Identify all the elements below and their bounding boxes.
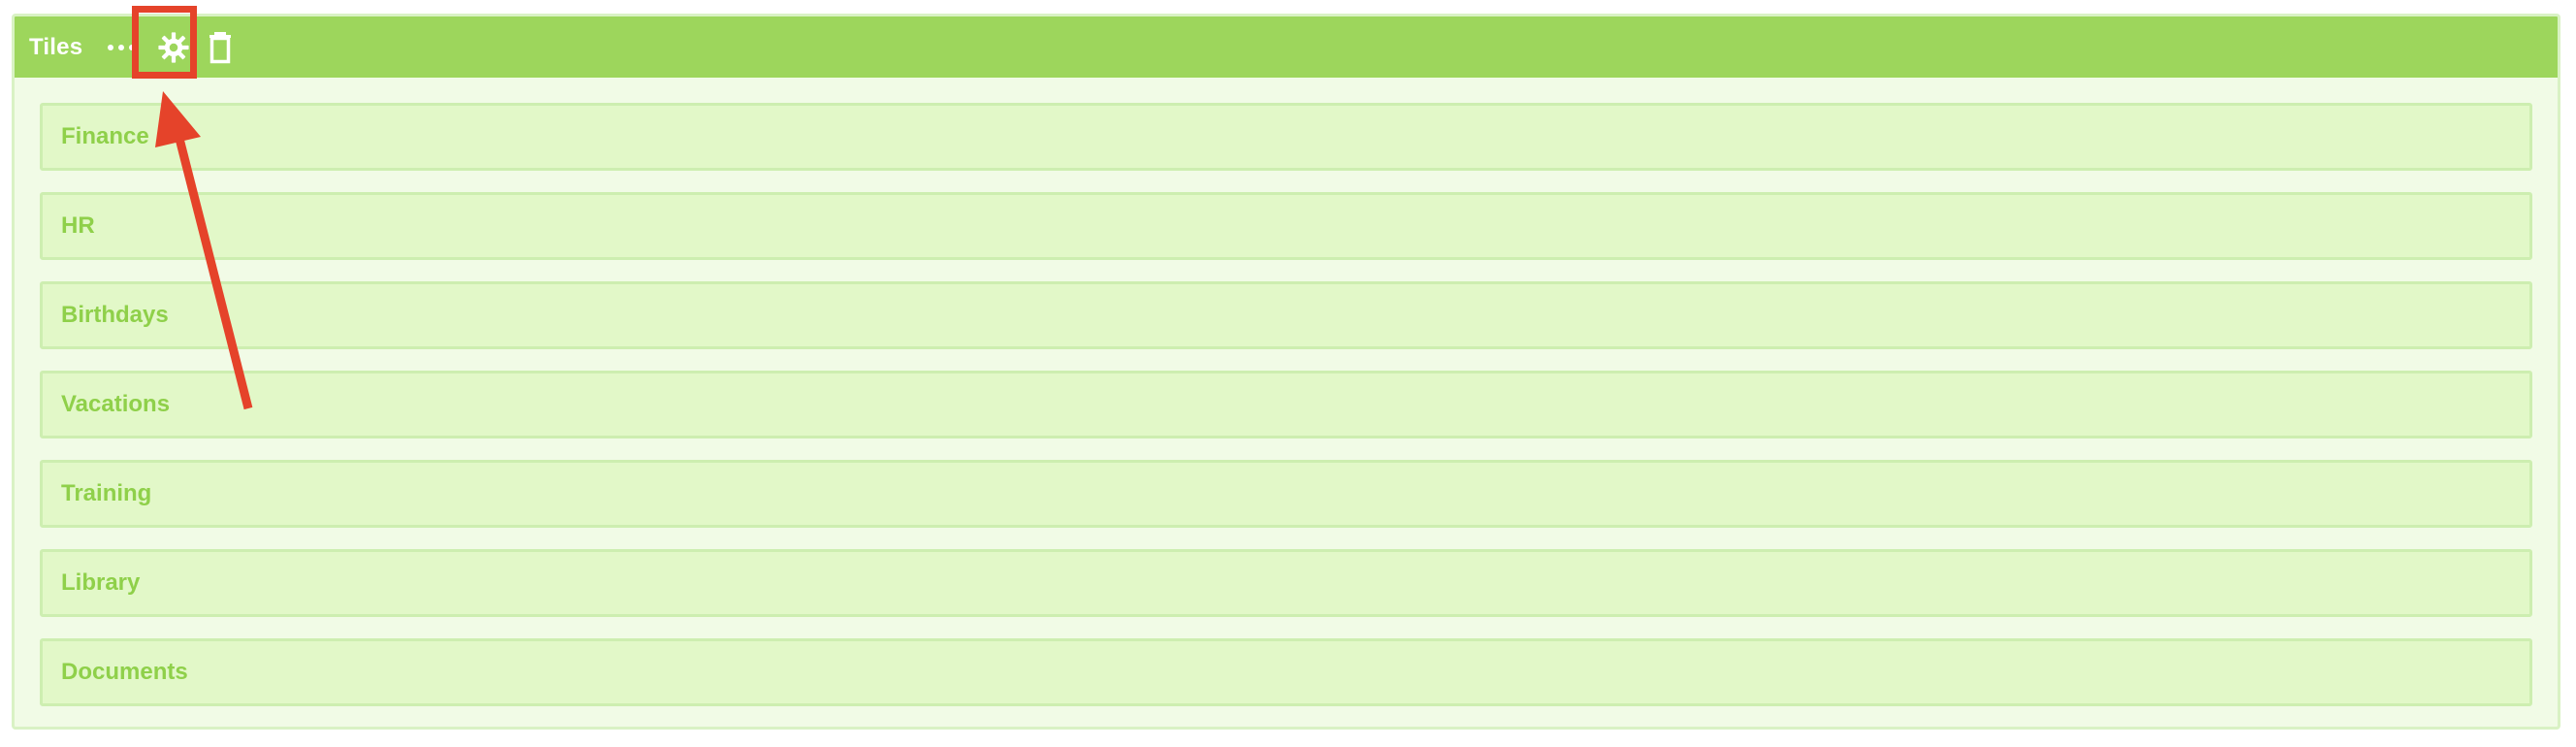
more-options-button[interactable] xyxy=(102,16,141,78)
gear-icon xyxy=(158,31,189,63)
tile-label: Documents xyxy=(61,659,188,685)
trash-icon xyxy=(209,31,231,63)
tile-finance[interactable]: Finance xyxy=(40,103,2532,171)
more-icon xyxy=(108,44,135,50)
panel-title: Tiles xyxy=(29,34,83,60)
tiles-panel: Tiles Finance HR Birthdays Vacations Tra… xyxy=(12,14,2560,730)
tile-documents[interactable]: Documents xyxy=(40,638,2532,706)
screen: Tiles Finance HR Birthdays Vacations Tra… xyxy=(0,0,2576,747)
tile-list: Finance HR Birthdays Vacations Training … xyxy=(40,103,2532,727)
tile-label: HR xyxy=(61,212,95,239)
tile-training[interactable]: Training xyxy=(40,460,2532,528)
tile-label: Birthdays xyxy=(61,302,169,328)
delete-button[interactable] xyxy=(203,16,238,78)
panel-header: Tiles xyxy=(15,16,2558,78)
tile-birthdays[interactable]: Birthdays xyxy=(40,281,2532,349)
tile-label: Training xyxy=(61,480,152,506)
tile-library[interactable]: Library xyxy=(40,549,2532,617)
tile-label: Library xyxy=(61,569,141,596)
tile-hr[interactable]: HR xyxy=(40,192,2532,260)
tile-vacations[interactable]: Vacations xyxy=(40,371,2532,438)
tile-label: Finance xyxy=(61,123,149,149)
tile-label: Vacations xyxy=(61,391,171,417)
settings-button[interactable] xyxy=(145,16,203,78)
